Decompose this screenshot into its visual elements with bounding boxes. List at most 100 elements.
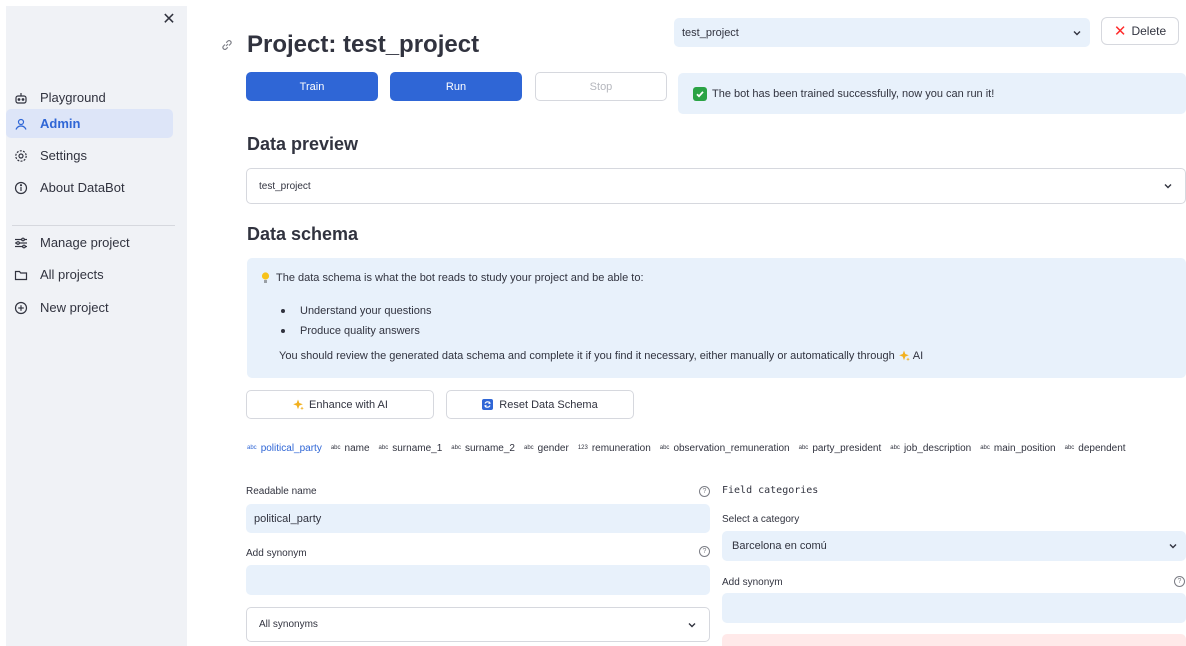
tab-type: abc	[1064, 445, 1075, 451]
checkmark-icon	[693, 86, 707, 101]
tab-label: job_description	[903, 442, 972, 454]
column-tabs: abc political_party abc name abc surname_1 …	[247, 440, 1186, 456]
stop-button[interactable]: Stop	[535, 72, 667, 101]
sidebar-item-all-projects[interactable]: All projects	[6, 260, 173, 289]
chevron-down-icon	[1164, 184, 1172, 189]
sidebar-item-label: About DataBot	[40, 180, 125, 195]
select-category-label: Select a category	[722, 514, 800, 525]
tab-gender[interactable]: abc gender	[524, 440, 569, 456]
tab-remuneration[interactable]: 123 remuneration	[578, 440, 651, 456]
tab-label: gender	[537, 442, 569, 454]
close-icon[interactable]: ✕	[161, 12, 177, 28]
sidebar-divider	[12, 225, 175, 226]
tab-political-party[interactable]: abc political_party	[247, 440, 322, 456]
help-icon[interactable]: ?	[1174, 576, 1185, 587]
enhance-with-ai-button[interactable]: Enhance with AI	[246, 390, 434, 419]
schema-info-box: The data schema is what the bot reads to…	[247, 258, 1186, 378]
sidebar-item-label: Admin	[40, 116, 81, 131]
schema-bullets: Understand your questions Produce qualit…	[281, 301, 431, 341]
close-icon: ✕	[1113, 22, 1127, 40]
chevron-down-icon	[688, 622, 696, 627]
refresh-icon	[482, 399, 494, 410]
chevron-down-icon	[1073, 30, 1081, 35]
data-preview-heading: Data preview	[247, 134, 359, 154]
field-categories-title: Field categories	[722, 485, 819, 496]
tab-label: surname_1	[392, 442, 443, 454]
sidebar-item-label: All projects	[40, 267, 104, 282]
project-select-value: test_project	[682, 26, 739, 39]
project-select[interactable]: test_project	[674, 18, 1090, 47]
sidebar-item-label: Settings	[40, 148, 87, 163]
list-item: Understand your questions	[281, 301, 431, 321]
tab-main-position[interactable]: abc main_position	[980, 440, 1055, 456]
sidebar-item-about[interactable]: About DataBot	[6, 173, 173, 202]
reset-data-schema-button[interactable]: Reset Data Schema	[446, 390, 634, 419]
sidebar: ✕ Playground Admin Settings About DataBo…	[6, 6, 187, 646]
tab-label: observation_remuneration	[673, 442, 790, 454]
lightbulb-icon	[261, 272, 270, 283]
schema-info-ai: AI	[912, 350, 924, 362]
schema-info-outro: You should review the generated data sch…	[279, 350, 895, 362]
page-title: Project: test_project	[247, 31, 480, 58]
help-icon[interactable]: ?	[699, 486, 710, 497]
tab-type: abc	[659, 445, 670, 451]
sidebar-item-settings[interactable]: Settings	[6, 141, 173, 170]
train-button[interactable]: Train	[246, 72, 378, 101]
robot-icon	[14, 91, 28, 105]
link-icon[interactable]	[220, 38, 234, 52]
tab-surname-2[interactable]: abc surname_2	[451, 440, 515, 456]
category-select-value: Barcelona en comú	[732, 540, 827, 552]
data-schema-heading: Data schema	[247, 224, 359, 244]
tab-type: abc	[330, 445, 341, 451]
tab-dependent[interactable]: abc dependent	[1065, 440, 1126, 456]
data-preview-value: test_project	[259, 180, 311, 192]
sidebar-item-manage-project[interactable]: Manage project	[6, 228, 173, 257]
tab-job-description[interactable]: abc job_description	[890, 440, 971, 456]
list-item: Produce quality answers	[281, 321, 431, 341]
gear-icon	[14, 149, 28, 163]
folder-icon	[14, 268, 28, 282]
category-add-synonym-label: Add synonym	[722, 577, 783, 588]
sparkles-icon	[293, 399, 304, 410]
delete-label: Delete	[1131, 24, 1167, 38]
tab-label: name	[344, 442, 370, 454]
tab-type: abc	[798, 445, 809, 451]
tab-label: remuneration	[591, 442, 651, 454]
error-alert	[722, 634, 1186, 646]
sidebar-item-admin[interactable]: Admin	[6, 109, 173, 138]
run-button[interactable]: Run	[390, 72, 522, 101]
add-synonym-input[interactable]	[246, 565, 710, 595]
category-add-synonym-input[interactable]	[722, 593, 1186, 623]
data-preview-select[interactable]: test_project	[246, 168, 1186, 204]
delete-button[interactable]: ✕ Delete	[1101, 17, 1179, 45]
tab-surname-1[interactable]: abc surname_1	[379, 440, 443, 456]
category-select[interactable]: Barcelona en comú	[722, 531, 1186, 561]
tab-label: main_position	[993, 442, 1056, 454]
plus-circle-icon	[14, 301, 28, 315]
tab-type: abc	[247, 445, 257, 451]
schema-info-intro: The data schema is what the bot reads to…	[276, 272, 644, 284]
sidebar-item-new-project[interactable]: New project	[6, 293, 173, 322]
success-message: The bot has been trained successfully, n…	[712, 87, 995, 100]
readable-name-input[interactable]: political_party	[246, 504, 710, 533]
tab-type: abc	[451, 445, 461, 451]
sidebar-item-label: New project	[40, 300, 109, 315]
tab-type: 123	[577, 445, 588, 451]
tab-observation-remuneration[interactable]: abc observation_remuneration	[660, 440, 790, 456]
tab-type: abc	[378, 445, 389, 451]
tab-label: party_president	[812, 442, 882, 454]
help-icon[interactable]: ?	[699, 546, 710, 557]
chevron-down-icon	[1169, 544, 1177, 549]
sidebar-item-label: Manage project	[40, 235, 130, 250]
sidebar-item-label: Playground	[40, 90, 106, 105]
success-alert: The bot has been trained successfully, n…	[678, 73, 1186, 114]
info-icon	[14, 181, 28, 195]
enhance-label: Enhance with AI	[309, 398, 388, 411]
all-synonyms-value: All synonyms	[259, 619, 318, 630]
tab-party-president[interactable]: abc party_president	[799, 440, 882, 456]
sliders-icon	[14, 236, 28, 250]
tab-name[interactable]: abc name	[331, 440, 370, 456]
all-synonyms-select[interactable]: All synonyms	[246, 607, 710, 642]
sidebar-item-playground[interactable]: Playground	[6, 83, 173, 112]
tab-label: surname_2	[464, 442, 515, 454]
